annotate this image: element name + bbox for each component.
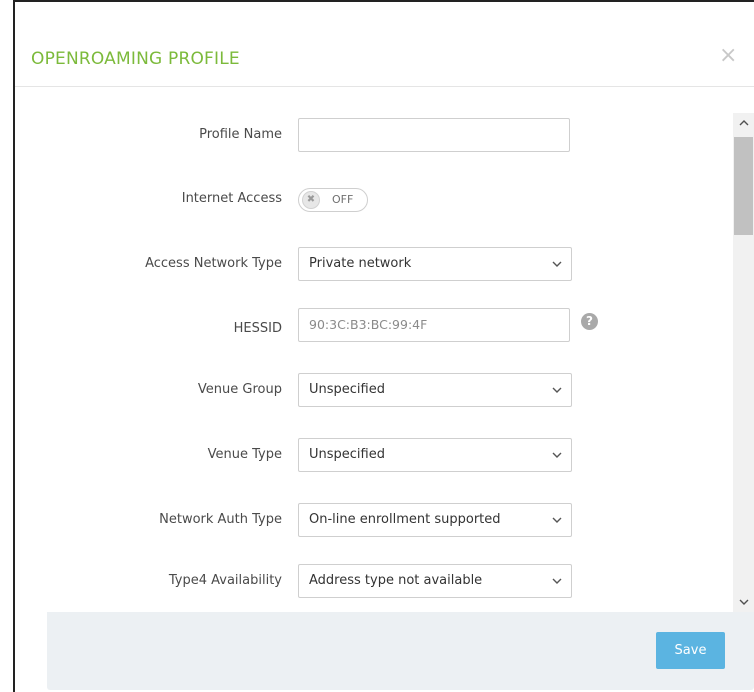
venue-group-value: Unspecified [309, 382, 385, 397]
header-divider [15, 86, 754, 87]
chevron-down-icon [551, 565, 563, 597]
profile-name-label: Profile Name [199, 127, 282, 142]
access-network-type-select[interactable]: Private network [298, 247, 572, 281]
hessid-label: HESSID [233, 321, 282, 336]
help-icon[interactable]: ? [581, 313, 598, 330]
type4-availability-select[interactable]: Address type not available [298, 564, 572, 598]
internet-access-label: Internet Access [181, 191, 282, 206]
type4-availability-value: Address type not available [309, 573, 483, 588]
venue-type-label: Venue Type [207, 447, 282, 462]
venue-group-label: Venue Group [197, 382, 282, 397]
type4-availability-label: Type4 Availability [168, 573, 282, 588]
internet-access-toggle[interactable]: ✖ OFF [298, 188, 368, 212]
close-icon[interactable]: × [719, 44, 739, 68]
chevron-down-icon [551, 504, 563, 536]
network-auth-type-select[interactable]: On-line enrollment supported [298, 503, 572, 537]
toggle-knob: ✖ [302, 191, 320, 209]
profile-name-input[interactable] [298, 118, 570, 152]
toggle-x-icon: ✖ [306, 194, 316, 205]
chevron-down-icon [551, 248, 563, 280]
venue-type-select[interactable]: Unspecified [298, 438, 572, 472]
chevron-down-icon [551, 374, 563, 406]
network-auth-type-value: On-line enrollment supported [309, 512, 501, 527]
toggle-state-text: OFF [332, 193, 354, 206]
window-frame-left [0, 0, 15, 692]
venue-type-value: Unspecified [309, 447, 385, 462]
chevron-down-icon [551, 439, 563, 471]
modal-title: OPENROAMING PROFILE [31, 49, 240, 69]
access-network-type-label: Access Network Type [145, 256, 282, 271]
access-network-type-value: Private network [309, 256, 412, 271]
scrollbar-thumb[interactable] [734, 137, 753, 235]
hessid-input[interactable]: 90:3C:B3:BC:99:4F [298, 308, 570, 342]
venue-group-select[interactable]: Unspecified [298, 373, 572, 407]
save-button[interactable]: Save [656, 632, 725, 669]
modal-footer [47, 612, 754, 690]
network-auth-type-label: Network Auth Type [159, 512, 282, 527]
scroll-up-icon[interactable] [733, 113, 754, 133]
scroll-down-icon[interactable] [733, 592, 754, 612]
